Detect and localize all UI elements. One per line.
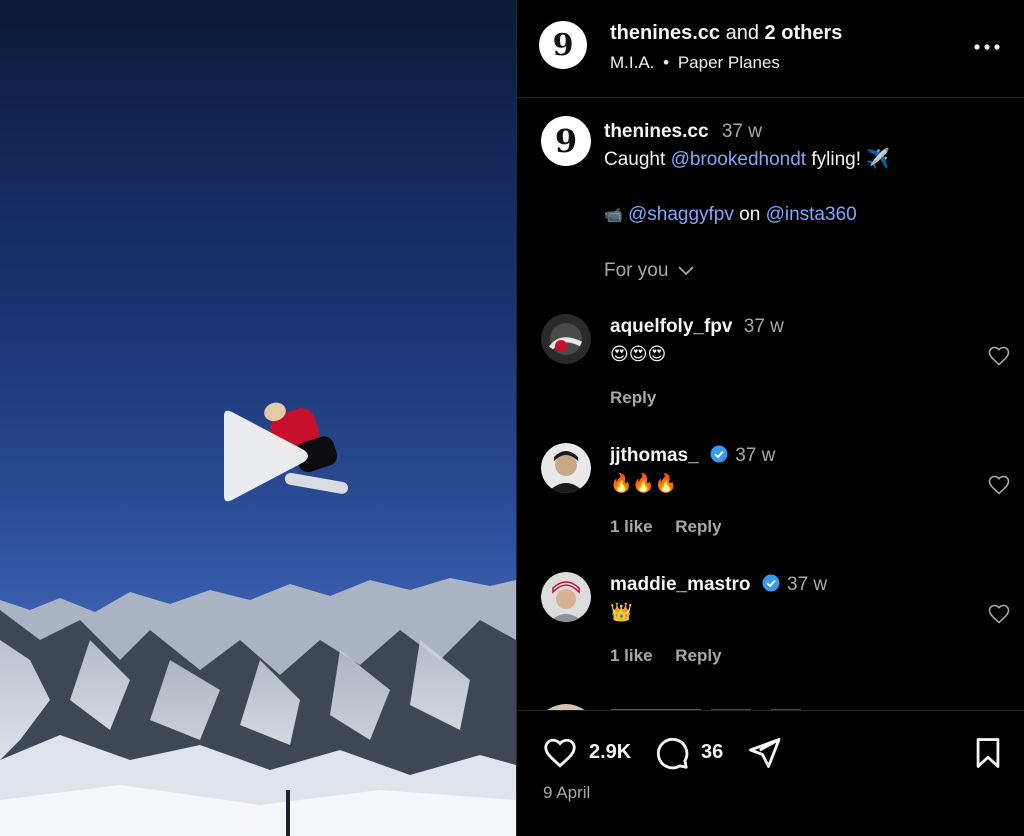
verified-badge-icon <box>762 574 780 592</box>
comment-bubble-icon[interactable] <box>653 735 691 771</box>
comment-item: aquelfoly_fpv 37 w 😍😍😍 Reply <box>541 314 1011 434</box>
post-actions-bar: 2.9K 36 9 April <box>517 710 1024 836</box>
play-icon <box>224 410 308 502</box>
avatar-image <box>541 443 591 493</box>
post-side-panel: 9 thenines.cc and 2 others M.I.A. • Pape… <box>516 0 1024 836</box>
chevron-down-icon <box>678 266 694 276</box>
post-date[interactable]: 9 April <box>543 783 590 803</box>
commenter-avatar[interactable] <box>541 314 591 364</box>
collab-others-link[interactable]: 2 others <box>765 22 843 44</box>
caption-text-prefix: Caught <box>604 149 666 170</box>
comment-text: 👑 <box>610 602 633 622</box>
share-paper-plane-icon[interactable] <box>745 735 783 771</box>
commenter-username[interactable]: maddie_mastro <box>610 574 750 595</box>
save-bookmark-icon[interactable] <box>971 735 1005 771</box>
comment-item: maddie_mastro 37 w 👑 1 like Reply <box>541 572 1011 692</box>
mention-link[interactable]: @shaggyfpv <box>628 204 734 225</box>
nines-logo-icon: 9 <box>542 117 590 165</box>
ellipsis-icon <box>974 44 1000 50</box>
comment-header: aquelfoly_fpv 37 w <box>610 316 784 338</box>
author-avatar[interactable]: 9 <box>539 21 587 69</box>
heart-icon[interactable] <box>987 602 1011 626</box>
collab-joiner: and <box>725 22 759 44</box>
caption-text-suffix: fyling! ✈️ <box>811 149 890 170</box>
svg-text:9: 9 <box>555 122 577 160</box>
heart-icon[interactable] <box>987 473 1011 497</box>
verified-badge-icon <box>710 445 728 463</box>
mention-link[interactable]: @brookedhondt <box>671 149 807 170</box>
comment-text: 🔥🔥🔥 <box>610 473 678 493</box>
audio-track: Paper Planes <box>677 53 780 72</box>
reply-button[interactable]: Reply <box>675 646 721 665</box>
more-options-button[interactable] <box>970 36 1004 58</box>
commenter-avatar[interactable] <box>541 443 591 493</box>
comment-header: maddie_mastro 37 w <box>610 574 827 596</box>
comment-actions: 1 like Reply <box>610 517 740 537</box>
comment-time: 37 w <box>743 316 784 337</box>
caption-username[interactable]: thenines.cc <box>604 121 709 142</box>
likes-count-button[interactable]: 1 like <box>610 646 653 665</box>
commenter-username[interactable]: aquelfoly_fpv <box>610 316 732 337</box>
next-comment-peek <box>541 700 841 710</box>
reply-button[interactable]: Reply <box>675 517 721 536</box>
comment-time: 37 w <box>787 574 828 595</box>
avatar-image <box>541 314 591 364</box>
audio-attribution[interactable]: M.I.A. • Paper Planes <box>610 53 780 73</box>
comment-actions: Reply <box>610 388 674 408</box>
like-heart-icon[interactable] <box>541 735 579 771</box>
comment-text: 😍😍😍 <box>610 344 667 364</box>
for-you-label: For you <box>604 260 669 281</box>
heart-icon[interactable] <box>987 344 1011 368</box>
audio-artist: M.I.A. <box>610 53 655 72</box>
likes-count-button[interactable]: 1 like <box>610 517 653 536</box>
commenter-username[interactable]: jjthomas_ <box>610 445 699 466</box>
comment-count: 36 <box>701 741 724 763</box>
caption-credit-on: on <box>739 204 761 225</box>
like-count[interactable]: 2.9K <box>589 741 631 764</box>
caption-avatar[interactable]: 9 <box>541 116 591 166</box>
video-camera-icon: 📹 <box>604 207 623 224</box>
comment-actions: 1 like Reply <box>610 646 740 666</box>
comment-item: jjthomas_ 37 w 🔥🔥🔥 1 like Reply <box>541 443 1011 563</box>
avatar-image <box>541 572 591 622</box>
for-you-dropdown[interactable]: For you <box>604 260 694 282</box>
caption-body: thenines.cc 37 w Caught @brookedhondt fy… <box>604 118 994 230</box>
post-authors: thenines.cc and 2 others <box>610 22 842 45</box>
peek-avatar <box>547 704 801 710</box>
mention-link[interactable]: @insta360 <box>766 204 857 225</box>
post-video[interactable] <box>0 0 516 836</box>
caption-time: 37 w <box>721 121 762 142</box>
nines-logo-icon: 9 <box>540 22 586 68</box>
audio-separator: • <box>663 53 670 72</box>
svg-text:9: 9 <box>553 28 574 63</box>
comment-time: 37 w <box>735 445 776 466</box>
commenter-avatar[interactable] <box>541 572 591 622</box>
post-header: 9 thenines.cc and 2 others M.I.A. • Pape… <box>517 0 1024 98</box>
reply-button[interactable]: Reply <box>610 388 656 407</box>
comment-header: jjthomas_ 37 w <box>610 445 775 467</box>
play-button[interactable] <box>210 404 314 508</box>
author-username[interactable]: thenines.cc <box>610 22 720 44</box>
